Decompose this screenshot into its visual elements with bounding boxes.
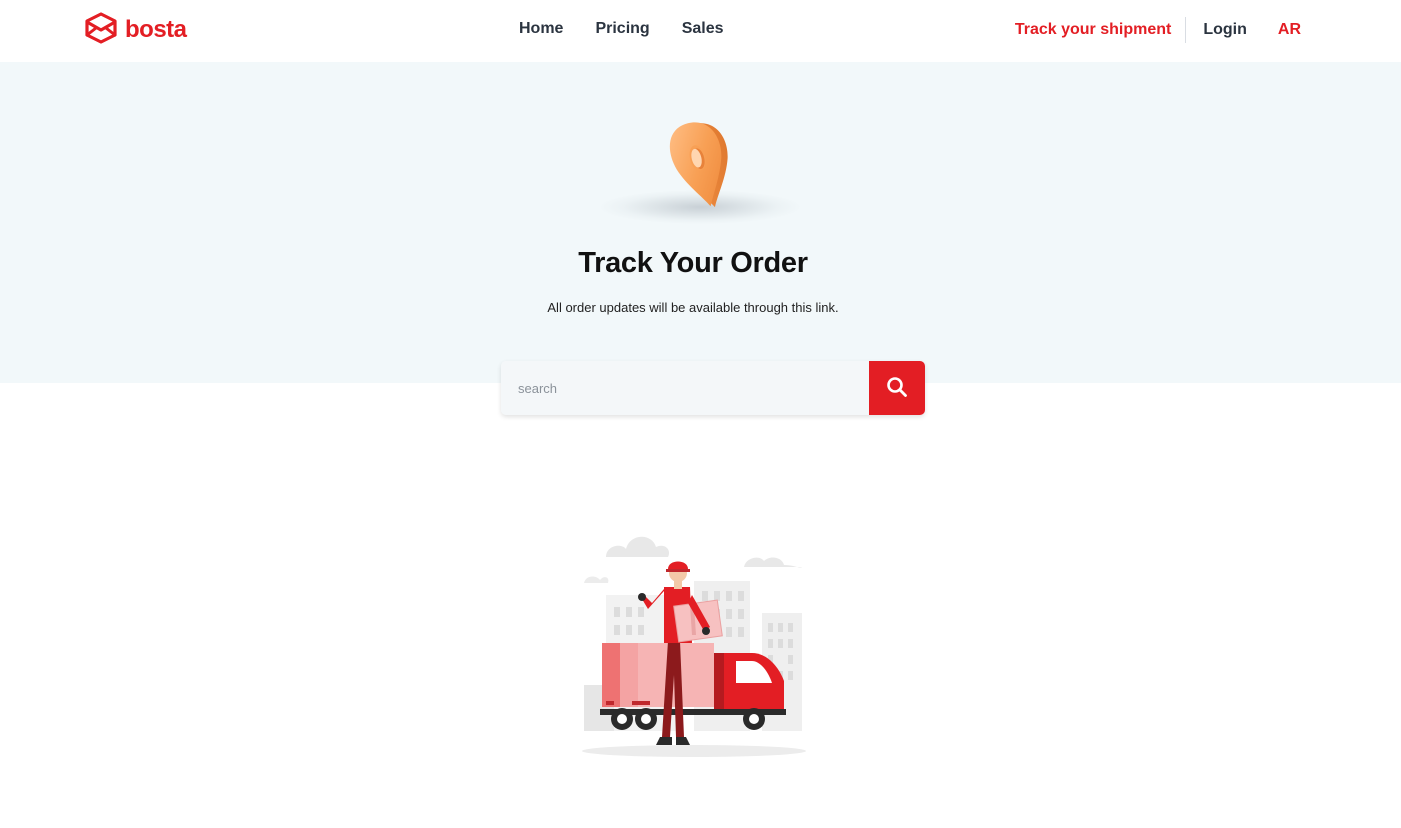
page-subtitle: All order updates will be available thro… bbox=[547, 300, 839, 315]
nav-pricing[interactable]: Pricing bbox=[595, 20, 649, 38]
tracking-search-input[interactable] bbox=[501, 361, 869, 415]
top-header: bosta Home Pricing Sales Track your ship… bbox=[0, 0, 1401, 62]
page-title: Track Your Order bbox=[578, 247, 808, 279]
delivery-courier-illustration bbox=[576, 525, 812, 761]
location-pin-icon bbox=[570, 112, 830, 232]
bosta-logo[interactable]: bosta bbox=[84, 11, 187, 49]
header-actions: Track your shipment Login AR bbox=[1015, 17, 1301, 43]
login-link[interactable]: Login bbox=[1186, 21, 1278, 39]
nav-sales[interactable]: Sales bbox=[682, 20, 724, 38]
track-shipment-link[interactable]: Track your shipment bbox=[1015, 21, 1186, 39]
logo-box-icon bbox=[84, 11, 118, 49]
hero-section: Track Your Order All order updates will … bbox=[0, 62, 1401, 383]
search-button[interactable] bbox=[869, 361, 925, 415]
nav-home[interactable]: Home bbox=[519, 20, 563, 38]
language-toggle-ar[interactable]: AR bbox=[1278, 21, 1301, 39]
tracking-search-bar bbox=[501, 361, 925, 415]
logo-text: bosta bbox=[125, 16, 187, 43]
search-icon bbox=[886, 376, 908, 401]
main-nav: Home Pricing Sales bbox=[519, 20, 724, 38]
